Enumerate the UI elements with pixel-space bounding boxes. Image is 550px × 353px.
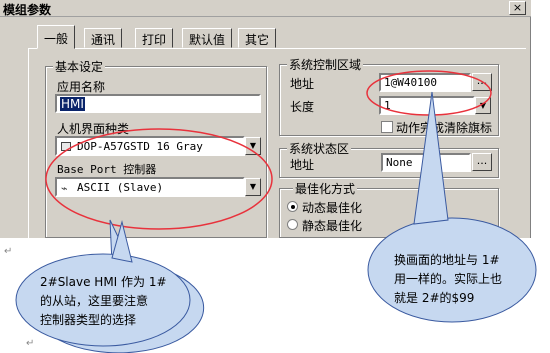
callout-right-line-1: 换画面的地址与 1# bbox=[394, 253, 500, 267]
callout-right-line-2: 用一样的。实际上也 bbox=[394, 272, 503, 286]
paragraph-mark-1: ↵ bbox=[4, 246, 13, 257]
callout-right-line-3: 就是 2#的$99 bbox=[394, 291, 475, 305]
ellipse-base-port bbox=[45, 128, 273, 230]
callout-left-line-1: 2#Slave HMI 作为 1# bbox=[40, 275, 167, 289]
tab-general[interactable]: 一般 bbox=[37, 25, 76, 49]
callout-left-line-3: 控制器类型的选择 bbox=[40, 313, 137, 327]
paragraph-mark-2: ↵ bbox=[26, 338, 35, 349]
callout-right-pointer bbox=[413, 91, 449, 225]
ellipse-control-address bbox=[366, 70, 492, 116]
callout-left-line-2: 的从站，这里要注意 bbox=[40, 294, 149, 308]
